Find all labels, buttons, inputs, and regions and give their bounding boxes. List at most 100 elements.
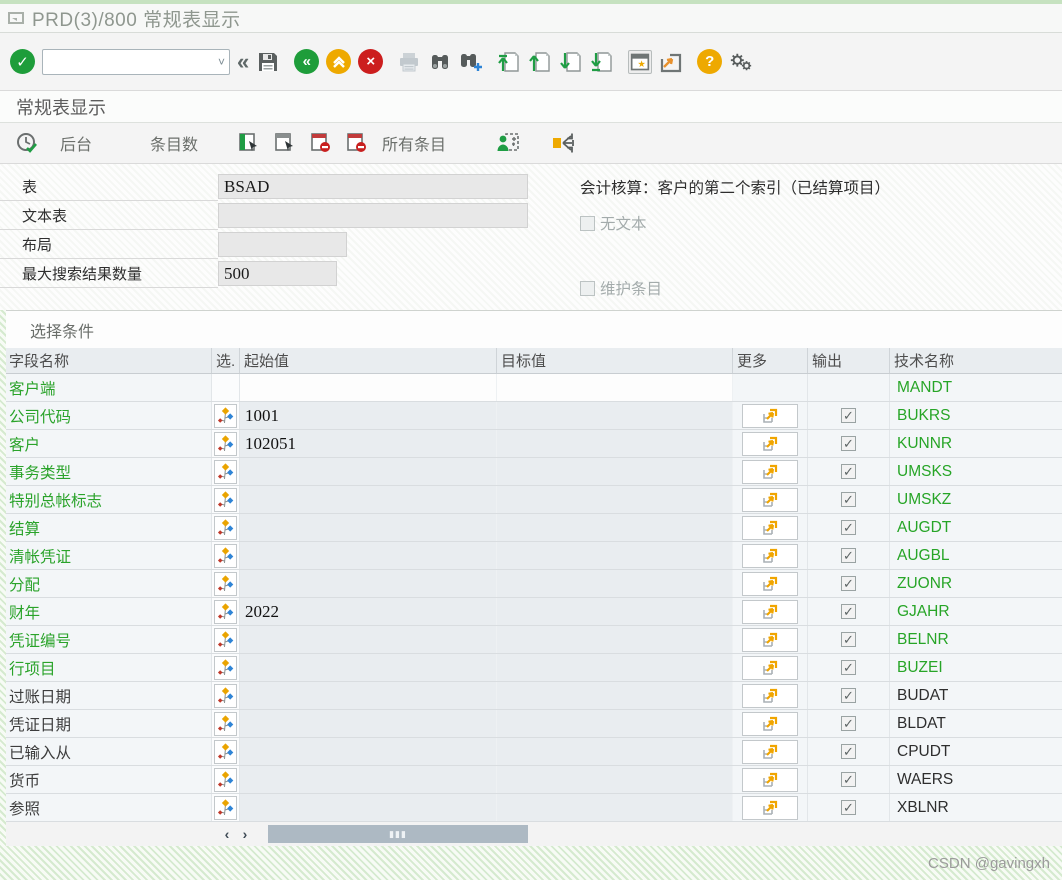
cancel-button[interactable]: × bbox=[358, 49, 384, 74]
find-next-icon[interactable] bbox=[459, 50, 483, 74]
first-page-button[interactable] bbox=[497, 50, 521, 74]
to-value-input[interactable] bbox=[497, 542, 733, 569]
maintain-entries-checkbox[interactable] bbox=[580, 280, 595, 296]
from-value-input[interactable] bbox=[240, 458, 497, 485]
to-value-input[interactable] bbox=[497, 682, 733, 709]
from-value-input[interactable] bbox=[240, 542, 497, 569]
deselect-all-icon[interactable] bbox=[344, 130, 370, 156]
selection-options-button[interactable] bbox=[214, 795, 237, 820]
from-value-input[interactable] bbox=[240, 682, 497, 709]
select-block-icon[interactable] bbox=[236, 130, 262, 156]
more-selection-button[interactable] bbox=[742, 627, 798, 652]
output-checkbox[interactable]: ✓ bbox=[841, 604, 856, 619]
more-selection-button[interactable] bbox=[742, 711, 798, 736]
number-of-entries-button[interactable]: 条目数 bbox=[140, 129, 208, 157]
scrollbar-track[interactable]: ▮▮▮ bbox=[254, 825, 1056, 843]
scroll-left-arrow[interactable]: ‹ bbox=[218, 826, 236, 842]
more-selection-button[interactable] bbox=[742, 795, 798, 820]
output-checkbox[interactable]: ✓ bbox=[841, 520, 856, 535]
from-value-input[interactable] bbox=[240, 486, 497, 513]
more-selection-button[interactable] bbox=[742, 487, 798, 512]
more-selection-button[interactable] bbox=[742, 571, 798, 596]
output-checkbox[interactable]: ✓ bbox=[841, 408, 856, 423]
from-value-input[interactable] bbox=[240, 626, 497, 653]
to-value-input[interactable] bbox=[497, 486, 733, 513]
to-value-input[interactable] bbox=[497, 738, 733, 765]
from-value-input[interactable] bbox=[240, 738, 497, 765]
output-checkbox[interactable]: ✓ bbox=[841, 744, 856, 759]
selection-options-button[interactable] bbox=[214, 655, 237, 680]
create-shortcut-button[interactable] bbox=[659, 50, 683, 74]
exit-button[interactable] bbox=[326, 49, 352, 74]
selection-options-button[interactable] bbox=[214, 711, 237, 736]
horizontal-scrollbar[interactable]: ‹ › ▮▮▮ bbox=[6, 822, 1062, 846]
help-button[interactable]: ? bbox=[697, 49, 723, 74]
more-selection-button[interactable] bbox=[742, 515, 798, 540]
page-up-button[interactable] bbox=[528, 50, 552, 74]
more-selection-button[interactable] bbox=[742, 683, 798, 708]
from-value-input[interactable] bbox=[240, 654, 497, 681]
output-checkbox[interactable]: ✓ bbox=[841, 464, 856, 479]
layout-field[interactable] bbox=[218, 232, 347, 257]
selection-options-button[interactable] bbox=[214, 627, 237, 652]
selection-options-button[interactable] bbox=[214, 543, 237, 568]
selection-options-button[interactable] bbox=[214, 403, 237, 428]
from-value-input[interactable] bbox=[240, 374, 497, 401]
output-checkbox[interactable]: ✓ bbox=[841, 716, 856, 731]
output-checkbox[interactable]: ✓ bbox=[841, 436, 856, 451]
output-checkbox[interactable]: ✓ bbox=[841, 688, 856, 703]
find-icon[interactable] bbox=[428, 50, 452, 74]
chevron-down-icon[interactable]: ˅ bbox=[218, 55, 225, 69]
to-value-input[interactable] bbox=[497, 794, 733, 821]
selection-options-button[interactable] bbox=[214, 599, 237, 624]
output-checkbox[interactable]: ✓ bbox=[841, 548, 856, 563]
selection-options-button[interactable] bbox=[214, 515, 237, 540]
output-checkbox[interactable]: ✓ bbox=[841, 800, 856, 815]
execute-with-clock-icon[interactable] bbox=[14, 130, 40, 156]
customize-layout-button[interactable] bbox=[729, 50, 753, 74]
max-hits-field[interactable]: 500 bbox=[218, 261, 337, 286]
to-value-input[interactable] bbox=[497, 514, 733, 541]
background-button[interactable]: 后台 bbox=[50, 129, 102, 157]
to-value-input[interactable] bbox=[497, 654, 733, 681]
page-down-button[interactable] bbox=[559, 50, 583, 74]
to-value-input[interactable] bbox=[497, 430, 733, 457]
more-selection-button[interactable] bbox=[742, 599, 798, 624]
selection-options-button[interactable] bbox=[214, 767, 237, 792]
more-selection-button[interactable] bbox=[742, 655, 798, 680]
to-value-input[interactable] bbox=[497, 626, 733, 653]
to-value-input[interactable] bbox=[497, 458, 733, 485]
to-value-input[interactable] bbox=[497, 598, 733, 625]
command-field[interactable]: ˅ bbox=[42, 48, 230, 75]
to-value-input[interactable] bbox=[497, 570, 733, 597]
output-checkbox[interactable]: ✓ bbox=[841, 576, 856, 591]
from-value-input[interactable]: 2022 bbox=[240, 598, 497, 625]
selection-options-button[interactable] bbox=[214, 739, 237, 764]
collapse-icon[interactable]: « bbox=[237, 50, 249, 73]
from-value-input[interactable] bbox=[240, 794, 497, 821]
save-button[interactable] bbox=[256, 50, 280, 74]
no-texts-checkbox[interactable] bbox=[580, 215, 595, 231]
output-checkbox[interactable]: ✓ bbox=[841, 632, 856, 647]
scrollbar-thumb[interactable]: ▮▮▮ bbox=[268, 825, 528, 843]
from-value-input[interactable] bbox=[240, 570, 497, 597]
to-value-input[interactable] bbox=[497, 710, 733, 737]
enter-button[interactable]: ✓ bbox=[10, 49, 35, 74]
deselect-block-icon[interactable] bbox=[308, 130, 334, 156]
text-table-field[interactable] bbox=[218, 203, 528, 228]
all-entries-button[interactable]: 所有条目 bbox=[380, 129, 456, 157]
new-session-button[interactable]: ★ bbox=[628, 49, 653, 74]
last-page-button[interactable] bbox=[590, 50, 614, 74]
to-value-input[interactable] bbox=[497, 766, 733, 793]
from-value-input[interactable] bbox=[240, 710, 497, 737]
to-value-input[interactable] bbox=[497, 402, 733, 429]
more-selection-button[interactable] bbox=[742, 431, 798, 456]
select-all-icon[interactable] bbox=[272, 130, 298, 156]
more-selection-button[interactable] bbox=[742, 459, 798, 484]
output-checkbox[interactable]: ✓ bbox=[841, 772, 856, 787]
scroll-right-arrow[interactable]: › bbox=[236, 826, 254, 842]
user-parameters-icon[interactable] bbox=[496, 130, 522, 156]
selection-options-button[interactable] bbox=[214, 683, 237, 708]
selection-options-button[interactable] bbox=[214, 459, 237, 484]
more-selection-button[interactable] bbox=[742, 739, 798, 764]
